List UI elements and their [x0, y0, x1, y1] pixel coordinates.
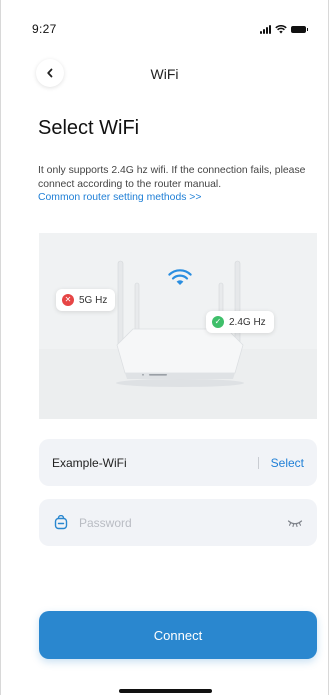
home-indicator [119, 689, 212, 693]
badge-5g: ✕ 5G Hz [56, 289, 116, 311]
battery-icon [291, 25, 308, 33]
connect-button[interactable]: Connect [39, 611, 317, 659]
badge-2-4g-label: 2.4G Hz [229, 316, 266, 328]
support-description: It only supports 2.4G hz wifi. If the co… [38, 165, 306, 190]
status-time: 9:27 [32, 22, 57, 36]
field-divider [257, 456, 259, 469]
status-icons [260, 24, 308, 34]
nav-title: WiFi [150, 66, 179, 82]
router-illustration: ✕ 5G Hz ✓ 2.4G Hz [39, 233, 317, 419]
eye-closed-icon[interactable] [287, 518, 303, 528]
badge-5g-label: 5G Hz [79, 294, 108, 306]
router-setting-methods-link[interactable]: Common router setting methods >> [38, 192, 201, 203]
router-image [116, 260, 244, 387]
password-input[interactable] [79, 515, 287, 530]
password-field[interactable] [39, 499, 317, 546]
wifi-ssid-field[interactable]: Example-WiFi Select [39, 439, 317, 486]
ssid-value: Example-WiFi [52, 455, 127, 470]
check-icon: ✓ [212, 316, 224, 328]
wifi-setup-screen: 9:27 WiFi Select WiFi It only supports 2… [0, 0, 329, 695]
error-x-icon: ✕ [62, 294, 74, 306]
page-title: Select WiFi [38, 117, 140, 139]
badge-2-4g: ✓ 2.4G Hz [206, 311, 274, 333]
select-wifi-button[interactable]: Select [271, 456, 304, 470]
lock-icon [53, 514, 69, 531]
wifi-icon [275, 24, 287, 33]
cellular-signal-icon [260, 24, 271, 34]
